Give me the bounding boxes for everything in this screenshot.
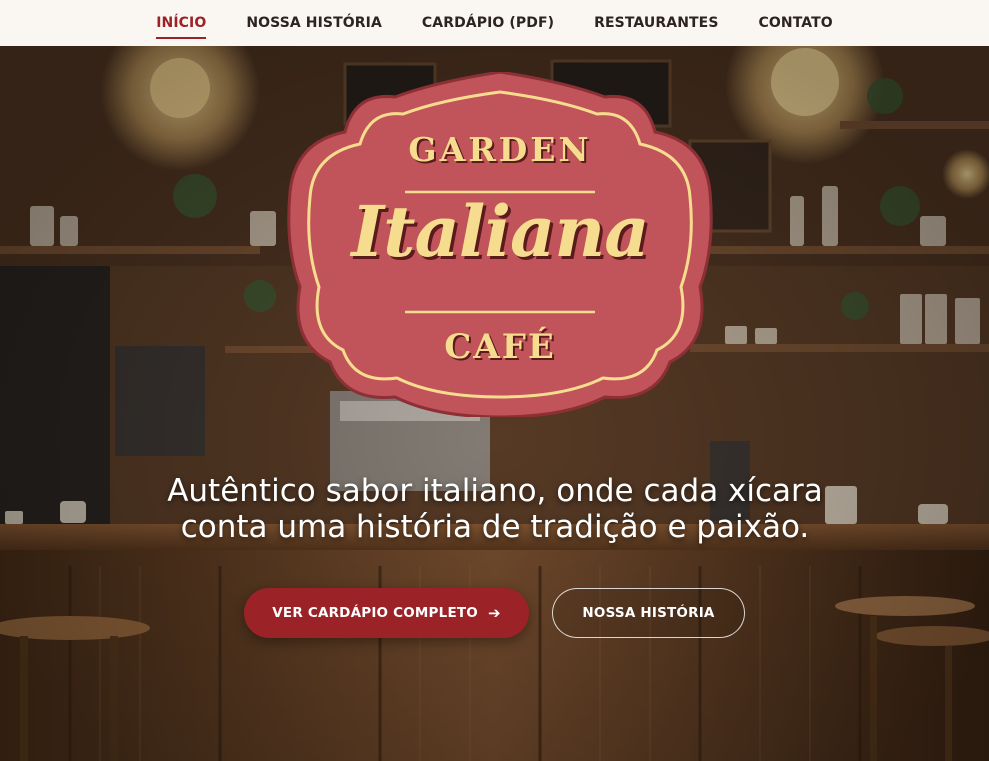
brand-logo: GARDEN Italiana CAFÉ — [285, 72, 715, 417]
our-story-button[interactable]: NOSSA HISTÓRIA — [552, 588, 745, 638]
hero-tagline: Autêntico sabor italiano, onde cada xíca… — [150, 473, 840, 545]
logo-main-word: Italiana — [351, 190, 649, 273]
logo-bottom-word: CAFÉ — [444, 327, 556, 367]
arrow-right-icon: ➔ — [487, 604, 501, 622]
tagline-line-1: Autêntico sabor italiano, onde cada xíca… — [167, 473, 823, 509]
nav-item-nossa-historia[interactable]: NOSSA HISTÓRIA — [246, 11, 382, 35]
top-navigation: INÍCIO NOSSA HISTÓRIA CARDÁPIO (PDF) RES… — [0, 0, 989, 46]
logo-top-word: GARDEN — [408, 130, 592, 169]
nav-item-inicio[interactable]: INÍCIO — [156, 11, 207, 39]
nav-item-cardapio-pdf[interactable]: CARDÁPIO (PDF) — [422, 11, 554, 35]
view-full-menu-label: VER CARDÁPIO COMPLETO — [272, 605, 478, 621]
tagline-line-2: conta uma história de tradição e paixão. — [180, 509, 810, 545]
nav-item-restaurantes[interactable]: RESTAURANTES — [594, 11, 718, 35]
our-story-label: NOSSA HISTÓRIA — [582, 605, 715, 621]
nav-item-contato[interactable]: CONTATO — [759, 11, 833, 35]
view-full-menu-button[interactable]: VER CARDÁPIO COMPLETO ➔ — [244, 588, 529, 638]
